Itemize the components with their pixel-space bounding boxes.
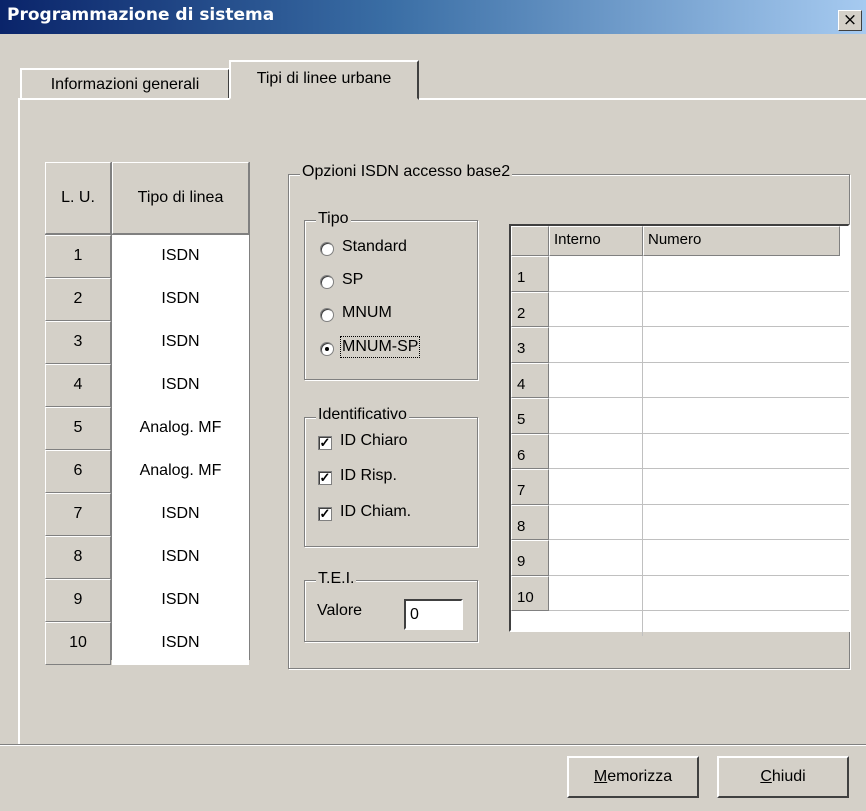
checkbox-label: ID Chiam. xyxy=(340,503,412,520)
radio-label: MNUM xyxy=(342,304,392,321)
line-type-cell[interactable]: ISDN xyxy=(112,579,249,622)
row-header: 7 xyxy=(45,493,111,536)
radio-label: SP xyxy=(342,271,364,288)
line-type-cell[interactable]: ISDN xyxy=(112,536,249,579)
chiudi-label-rest: hiudi xyxy=(771,768,806,785)
extension-number-grid[interactable]: Interno Numero 1 2 3 4 5 6 7 8 9 10 xyxy=(509,224,850,636)
tab-tipi-di-linee-urbane[interactable]: Tipi di linee urbane xyxy=(229,60,419,100)
tab-label: Tipi di linee urbane xyxy=(256,70,392,87)
grid-row-header: 3 xyxy=(511,327,549,363)
radio-dot xyxy=(325,347,329,351)
checkbox[interactable]: ✓ xyxy=(318,436,332,450)
checkbox[interactable]: ✓ xyxy=(318,507,332,521)
chiudi-mnemonic: C xyxy=(760,768,772,785)
window-title: Programmazione di sistema xyxy=(7,5,275,25)
memorizza-mnemonic: M xyxy=(593,768,608,785)
grid-line xyxy=(549,361,849,363)
lines-table: L. U. Tipo di linea 1 ISDN 2 ISDN 3 ISDN 4 ISDN 5 A… xyxy=(45,162,250,665)
grid-column-header[interactable]: Interno xyxy=(549,226,643,256)
radio-button[interactable] xyxy=(320,275,334,289)
grid-column-header[interactable]: Numero xyxy=(643,226,840,256)
checkbox[interactable]: ✓ xyxy=(318,471,332,485)
grid-corner xyxy=(511,226,549,256)
radio-label: Standard xyxy=(342,238,407,255)
line-type-cell[interactable]: ISDN xyxy=(112,622,249,665)
tei-value-input[interactable] xyxy=(404,599,463,630)
radio-button[interactable] xyxy=(320,342,334,356)
memorizza-button[interactable]: Memorizza xyxy=(567,756,699,798)
grid-row-header: 5 xyxy=(511,398,549,434)
divider xyxy=(0,745,866,746)
grid-row-header: 9 xyxy=(511,540,549,576)
grid-line xyxy=(549,539,849,540)
close-window-button[interactable]: × xyxy=(838,10,862,31)
grid-line xyxy=(549,610,849,611)
grid-line xyxy=(549,574,849,576)
grid-line xyxy=(549,326,849,327)
close-icon: × xyxy=(842,10,858,30)
row-header: 5 xyxy=(45,407,111,450)
grid-row-header: 6 xyxy=(511,433,549,469)
line-type-cell[interactable]: Analog. MF xyxy=(112,407,249,450)
grid-line xyxy=(549,468,849,469)
chiudi-button[interactable]: Chiudi xyxy=(717,756,849,798)
radio-button[interactable] xyxy=(320,242,334,256)
row-header: 8 xyxy=(45,536,111,579)
isdn-options-title: Opzioni ISDN accesso base2 xyxy=(300,163,513,181)
grid-row-header: 2 xyxy=(511,291,549,327)
grid-row-header: 7 xyxy=(511,469,549,505)
radio-label: MNUM-SP xyxy=(339,336,421,358)
row-header: 6 xyxy=(45,450,111,493)
grid-line xyxy=(549,397,849,398)
row-header: 1 xyxy=(45,235,111,278)
grid-row-header: 10 xyxy=(511,575,549,611)
tipo-title: Tipo xyxy=(316,210,351,228)
tei-value-label: Valore xyxy=(317,602,363,619)
row-header: 3 xyxy=(45,321,111,364)
grid-line xyxy=(549,503,849,505)
line-type-cell[interactable]: ISDN xyxy=(112,364,249,407)
grid-row-header: 4 xyxy=(511,362,549,398)
line-type-cell[interactable]: ISDN xyxy=(112,235,249,278)
line-type-cell[interactable]: ISDN xyxy=(112,493,249,536)
column-header: L. U. xyxy=(45,162,111,234)
line-type-cell[interactable]: ISDN xyxy=(112,278,249,321)
identificativo-title: Identificativo xyxy=(316,406,409,424)
memorizza-label-rest: emorizza xyxy=(607,768,673,785)
line-type-cell[interactable]: ISDN xyxy=(112,321,249,364)
grid-line xyxy=(549,432,849,434)
tei-title: T.E.I. xyxy=(316,570,357,588)
radio-button[interactable] xyxy=(320,308,334,322)
tab-informazioni-generali[interactable]: Informazioni generali xyxy=(20,68,230,98)
grid-row-header: 8 xyxy=(511,504,549,540)
checkbox-label: ID Risp. xyxy=(340,467,397,484)
line-type-cell[interactable]: Analog. MF xyxy=(112,450,249,493)
grid-line xyxy=(642,256,643,636)
grid-line xyxy=(549,290,849,292)
row-header: 10 xyxy=(45,622,111,665)
grid-row-header: 1 xyxy=(511,256,549,292)
row-header: 4 xyxy=(45,364,111,407)
checkbox-label: ID Chiaro xyxy=(340,432,408,449)
row-header: 2 xyxy=(45,278,111,321)
tab-label: Informazioni generali xyxy=(50,76,200,93)
row-header: 9 xyxy=(45,579,111,622)
column-header: Tipo di linea xyxy=(112,162,249,234)
